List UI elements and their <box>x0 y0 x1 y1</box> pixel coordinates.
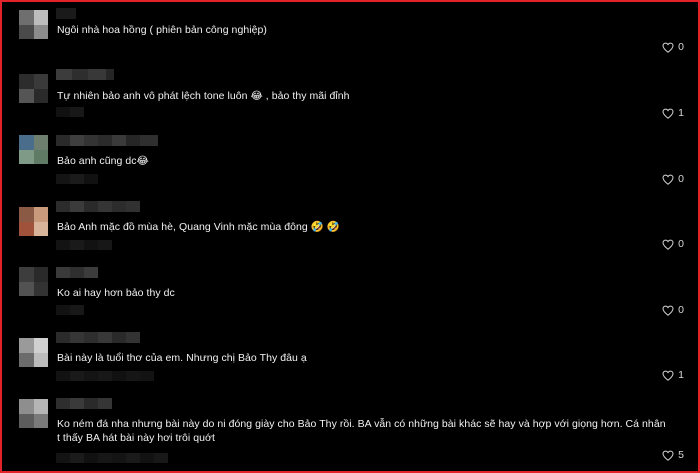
like-button[interactable]: 0 <box>662 238 684 250</box>
like-button[interactable]: 0 <box>662 41 684 53</box>
comment-text: Ko ném đá nha nhưng bài này do ni đóng g… <box>57 418 666 444</box>
timestamp-blurred <box>56 174 98 184</box>
avatar[interactable] <box>19 267 48 296</box>
like-count: 0 <box>678 173 684 185</box>
username-blurred[interactable] <box>56 135 158 146</box>
comment-text: Ko ai hay hơn bảo thy dc <box>57 287 175 299</box>
avatar[interactable] <box>19 338 48 367</box>
comments-panel: Ngôi nhà hoa hồng ( phiên bản công nghiệ… <box>0 0 700 473</box>
timestamp-blurred <box>56 240 112 250</box>
like-count: 1 <box>678 107 684 119</box>
comment-text: Bảo Anh mặc đồ mùa hè, Quang Vinh mặc mù… <box>57 221 340 233</box>
like-count: 0 <box>678 304 684 316</box>
timestamp-blurred <box>56 371 154 381</box>
username-blurred[interactable] <box>56 201 140 212</box>
like-button[interactable]: 1 <box>662 107 684 119</box>
like-button[interactable]: 1 <box>662 369 684 381</box>
heart-outline-icon <box>662 370 674 381</box>
heart-outline-icon <box>662 108 674 119</box>
like-count: 5 <box>678 449 684 461</box>
timestamp-blurred <box>56 107 84 117</box>
heart-outline-icon <box>662 305 674 316</box>
comment-text: Ngôi nhà hoa hồng ( phiên bản công nghiệ… <box>57 24 267 36</box>
avatar[interactable] <box>19 74 48 103</box>
username-blurred[interactable] <box>56 398 112 409</box>
timestamp-blurred <box>56 453 168 463</box>
comment-text: Bài này là tuổi thơ của em. Nhưng chị Bả… <box>57 352 307 364</box>
comment-text: Bảo anh cũng dc😂 <box>57 155 149 167</box>
like-button[interactable]: 0 <box>662 304 684 316</box>
heart-outline-icon <box>662 450 674 461</box>
username-blurred[interactable] <box>56 8 76 19</box>
avatar[interactable] <box>19 135 48 164</box>
heart-outline-icon <box>662 239 674 250</box>
username-blurred[interactable] <box>56 69 114 80</box>
heart-outline-icon <box>662 174 674 185</box>
like-count: 1 <box>678 369 684 381</box>
like-button[interactable]: 5 <box>662 449 684 461</box>
avatar[interactable] <box>19 399 48 428</box>
like-count: 0 <box>678 238 684 250</box>
avatar[interactable] <box>19 10 48 39</box>
timestamp-blurred <box>56 305 84 315</box>
like-button[interactable]: 0 <box>662 173 684 185</box>
comment-text: Tự nhiên bảo anh vô phát lệch tone luôn … <box>57 90 350 102</box>
heart-outline-icon <box>662 42 674 53</box>
avatar[interactable] <box>19 207 48 236</box>
like-count: 0 <box>678 41 684 53</box>
username-blurred[interactable] <box>56 267 98 278</box>
username-blurred[interactable] <box>56 332 140 343</box>
